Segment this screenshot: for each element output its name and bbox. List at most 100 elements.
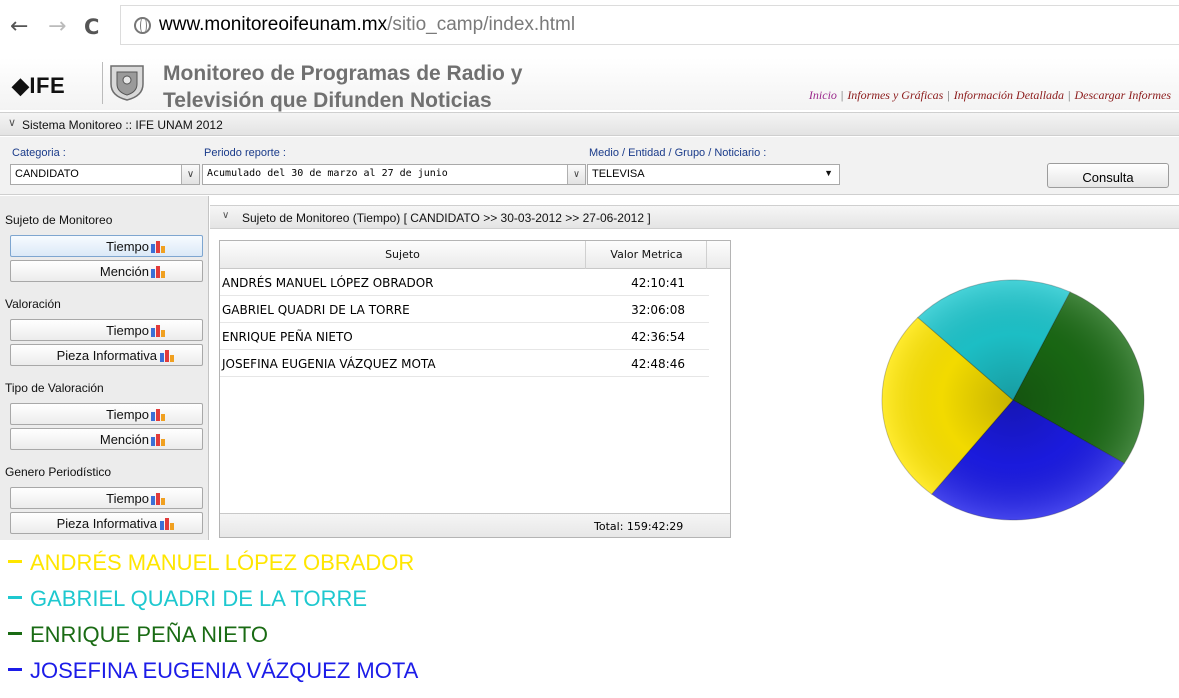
bar-chart-icon bbox=[160, 518, 174, 530]
legend-label: GABRIEL QUADRI DE LA TORRE bbox=[30, 586, 368, 611]
cell-valor: 42:36:54 bbox=[631, 330, 685, 344]
legend-label: ENRIQUE PEÑA NIETO bbox=[30, 622, 268, 647]
nav-link-informes-graficas[interactable]: Informes y Gráficas bbox=[847, 88, 943, 102]
table-footer: Total: 159:42:29 bbox=[220, 513, 730, 537]
chevron-down-icon[interactable]: ∨ bbox=[222, 210, 229, 221]
button-label: Mención bbox=[99, 432, 149, 447]
column-header-valor-metrica[interactable]: Valor Metrica bbox=[587, 241, 707, 269]
legend-item: JOSEFINA EUGENIA VÁZQUEZ MOTA bbox=[8, 658, 418, 684]
bar-chart-icon bbox=[151, 241, 165, 253]
section-tipo-valoracion[interactable]: Tipo de Valoración bbox=[0, 375, 208, 399]
genero-pieza-button[interactable]: Pieza Informativa bbox=[10, 512, 203, 534]
button-label: Mención bbox=[99, 264, 149, 279]
nav-link-descargar-informes[interactable]: Descargar Informes bbox=[1074, 88, 1171, 102]
url-host: www.monitoreoifeunam.mx bbox=[159, 14, 388, 35]
button-label: Tiempo bbox=[106, 491, 149, 506]
categoria-combobox[interactable]: CANDIDATO ∨ bbox=[10, 164, 200, 185]
back-arrow-icon[interactable]: ← bbox=[10, 16, 28, 38]
section-valoracion[interactable]: Valoración bbox=[0, 291, 208, 315]
table-row[interactable]: JOSEFINA EUGENIA VÁZQUEZ MOTA 42:48:46 bbox=[220, 350, 709, 377]
chart-legend: ANDRÉS MANUEL LÓPEZ OBRADOR GABRIEL QUAD… bbox=[0, 541, 506, 698]
legend-swatch bbox=[8, 667, 22, 671]
tipo-tiempo-button[interactable]: Tiempo bbox=[10, 403, 203, 425]
nav-link-informacion-detallada[interactable]: Información Detallada bbox=[954, 88, 1064, 102]
bar-chart-icon bbox=[151, 434, 165, 446]
system-bar-label: Sistema Monitoreo :: IFE UNAM 2012 bbox=[22, 118, 223, 132]
browser-toolbar: ← → C www.monitoreoifeunam.mx/sitio_camp… bbox=[0, 0, 1179, 60]
cell-valor: 42:10:41 bbox=[631, 276, 685, 290]
cell-sujeto: ANDRÉS MANUEL LÓPEZ OBRADOR bbox=[222, 276, 434, 290]
legend-label: JOSEFINA EUGENIA VÁZQUEZ MOTA bbox=[30, 658, 419, 683]
chevron-down-icon[interactable]: ∨ bbox=[181, 165, 199, 184]
valoracion-tiempo-button[interactable]: Tiempo bbox=[10, 319, 203, 341]
table-header: Sujeto Valor Metrica bbox=[220, 241, 730, 269]
url-path: /sitio_camp/index.html bbox=[387, 14, 576, 35]
column-header-sujeto[interactable]: Sujeto bbox=[220, 241, 586, 269]
sujeto-tiempo-button[interactable]: Tiempo bbox=[10, 235, 203, 257]
nav-link-inicio[interactable]: Inicio bbox=[809, 88, 837, 102]
button-label: Tiempo bbox=[106, 407, 149, 422]
table-row[interactable]: ANDRÉS MANUEL LÓPEZ OBRADOR 42:10:41 bbox=[220, 269, 709, 296]
unam-shield-icon bbox=[102, 62, 148, 104]
results-table: Sujeto Valor Metrica ANDRÉS MANUEL LÓPEZ… bbox=[219, 240, 731, 538]
bar-chart-icon bbox=[151, 493, 165, 505]
sujeto-mencion-button[interactable]: Mención bbox=[10, 260, 203, 282]
globe-icon bbox=[134, 17, 151, 34]
periodo-combobox[interactable]: Acumulado del 30 de marzo al 27 de junio… bbox=[202, 164, 586, 185]
section-genero-periodistico[interactable]: Genero Periodístico bbox=[0, 459, 208, 483]
reload-icon[interactable]: C bbox=[84, 16, 99, 38]
legend-item: ANDRÉS MANUEL LÓPEZ OBRADOR bbox=[8, 550, 414, 576]
chevron-down-icon[interactable]: ∨ bbox=[8, 116, 16, 129]
legend-label: ANDRÉS MANUEL LÓPEZ OBRADOR bbox=[30, 550, 415, 575]
pie-chart bbox=[881, 279, 1145, 521]
left-panel: Sujeto de Monitoreo Tiempo Mención Valor… bbox=[0, 196, 209, 540]
bar-chart-icon bbox=[160, 350, 174, 362]
genero-tiempo-button[interactable]: Tiempo bbox=[10, 487, 203, 509]
periodo-value: Acumulado del 30 de marzo al 27 de junio bbox=[207, 168, 448, 179]
legend-item: ENRIQUE PEÑA NIETO bbox=[8, 622, 268, 648]
bar-chart-icon bbox=[151, 409, 165, 421]
site-title-line1: Monitoreo de Programas de Radio y bbox=[163, 62, 523, 85]
section-sujeto-monitoreo[interactable]: Sujeto de Monitoreo bbox=[0, 207, 208, 231]
cell-valor: 32:06:08 bbox=[631, 303, 685, 317]
periodo-label: Periodo reporte : bbox=[204, 147, 286, 159]
nav-separator: | bbox=[947, 88, 950, 102]
table-row[interactable]: ENRIQUE PEÑA NIETO 42:36:54 bbox=[220, 323, 709, 350]
medio-value: TELEVISA bbox=[592, 168, 645, 180]
url-text[interactable]: www.monitoreoifeunam.mx/sitio_camp/index… bbox=[159, 14, 575, 36]
legend-item: GABRIEL QUADRI DE LA TORRE bbox=[8, 586, 367, 612]
nav-separator: | bbox=[1068, 88, 1071, 102]
table-row[interactable]: GABRIEL QUADRI DE LA TORRE 32:06:08 bbox=[220, 296, 709, 323]
bar-chart-icon bbox=[151, 266, 165, 278]
valoracion-pieza-button[interactable]: Pieza Informativa bbox=[10, 344, 203, 366]
button-label: Pieza Informativa bbox=[56, 516, 157, 531]
forward-arrow-icon[interactable]: → bbox=[48, 16, 66, 38]
categoria-label: Categoria : bbox=[12, 147, 66, 159]
categoria-value: CANDIDATO bbox=[15, 168, 79, 180]
content-panel-header[interactable]: ∨ Sujeto de Monitoreo (Tiempo) [ CANDIDA… bbox=[210, 205, 1179, 229]
legend-swatch bbox=[8, 631, 22, 635]
cell-sujeto: JOSEFINA EUGENIA VÁZQUEZ MOTA bbox=[222, 357, 436, 371]
legend-swatch bbox=[8, 559, 22, 563]
bar-chart-icon bbox=[151, 325, 165, 337]
dropdown-arrow-icon[interactable]: ▼ bbox=[824, 168, 833, 178]
consulta-button[interactable]: Consulta bbox=[1047, 163, 1169, 188]
chevron-down-icon[interactable]: ∨ bbox=[567, 165, 585, 184]
button-label: Tiempo bbox=[106, 323, 149, 338]
site-title-line2: Televisión que Difunden Noticias bbox=[163, 89, 492, 112]
legend-swatch bbox=[8, 595, 22, 599]
site-title: Monitoreo de Programas de Radio y Televi… bbox=[163, 60, 522, 114]
system-bar[interactable]: ∨ Sistema Monitoreo :: IFE UNAM 2012 bbox=[0, 112, 1179, 136]
cell-sujeto: GABRIEL QUADRI DE LA TORRE bbox=[222, 303, 410, 317]
nav-separator: | bbox=[840, 88, 844, 102]
cell-valor: 42:48:46 bbox=[631, 357, 685, 371]
table-total: Total: 159:42:29 bbox=[594, 520, 684, 533]
button-label: Tiempo bbox=[106, 239, 149, 254]
tipo-mencion-button[interactable]: Mención bbox=[10, 428, 203, 450]
medio-label: Medio / Entidad / Grupo / Noticiario : bbox=[589, 147, 767, 159]
ife-logo[interactable]: ◆IFE bbox=[12, 73, 65, 99]
cell-sujeto: ENRIQUE PEÑA NIETO bbox=[222, 330, 353, 344]
content-panel-title: Sujeto de Monitoreo (Tiempo) [ CANDIDATO… bbox=[242, 211, 651, 225]
top-navigation: Inicio | Informes y Gráficas | Información D… bbox=[809, 88, 1171, 103]
medio-select[interactable]: TELEVISA ▼ bbox=[587, 164, 840, 185]
